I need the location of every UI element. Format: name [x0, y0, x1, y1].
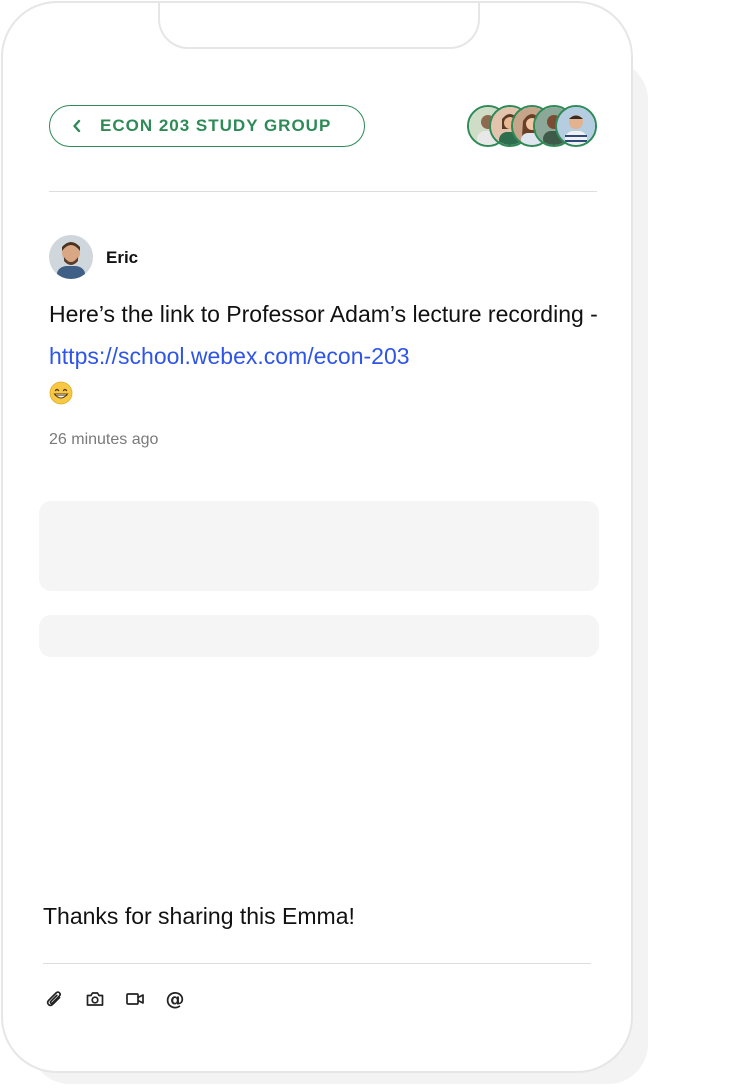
message-placeholder	[39, 501, 599, 591]
composer-divider	[43, 963, 591, 964]
phone-notch	[158, 3, 480, 49]
header-divider	[49, 191, 597, 192]
author-avatar[interactable]	[49, 235, 93, 279]
message-text: Here’s the link to Professor Adam’s lect…	[49, 301, 598, 327]
group-back-button[interactable]: ECON 203 STUDY GROUP	[49, 105, 365, 147]
phone-frame: ECON 203 STUDY GROUP Eric Here’s the lin…	[1, 1, 633, 1073]
member-avatar[interactable]	[555, 105, 597, 147]
chevron-left-icon	[70, 119, 84, 133]
paperclip-icon[interactable]	[45, 989, 65, 1009]
grinning-face-icon	[49, 381, 73, 405]
lecture-link[interactable]: https://school.webex.com/econ-203	[49, 343, 410, 369]
mention-icon[interactable]: @	[165, 988, 185, 1010]
camera-icon[interactable]	[85, 989, 105, 1009]
message-timestamp: 26 minutes ago	[49, 431, 159, 448]
composer-toolbar: @	[45, 988, 185, 1010]
group-title: ECON 203 STUDY GROUP	[100, 116, 332, 135]
message-placeholder	[39, 615, 599, 657]
member-avatars[interactable]	[467, 105, 597, 147]
author-name: Eric	[106, 248, 139, 267]
message-body: Here’s the link to Professor Adam’s lect…	[49, 293, 609, 377]
message-input[interactable]	[43, 903, 583, 930]
video-icon[interactable]	[125, 989, 145, 1009]
